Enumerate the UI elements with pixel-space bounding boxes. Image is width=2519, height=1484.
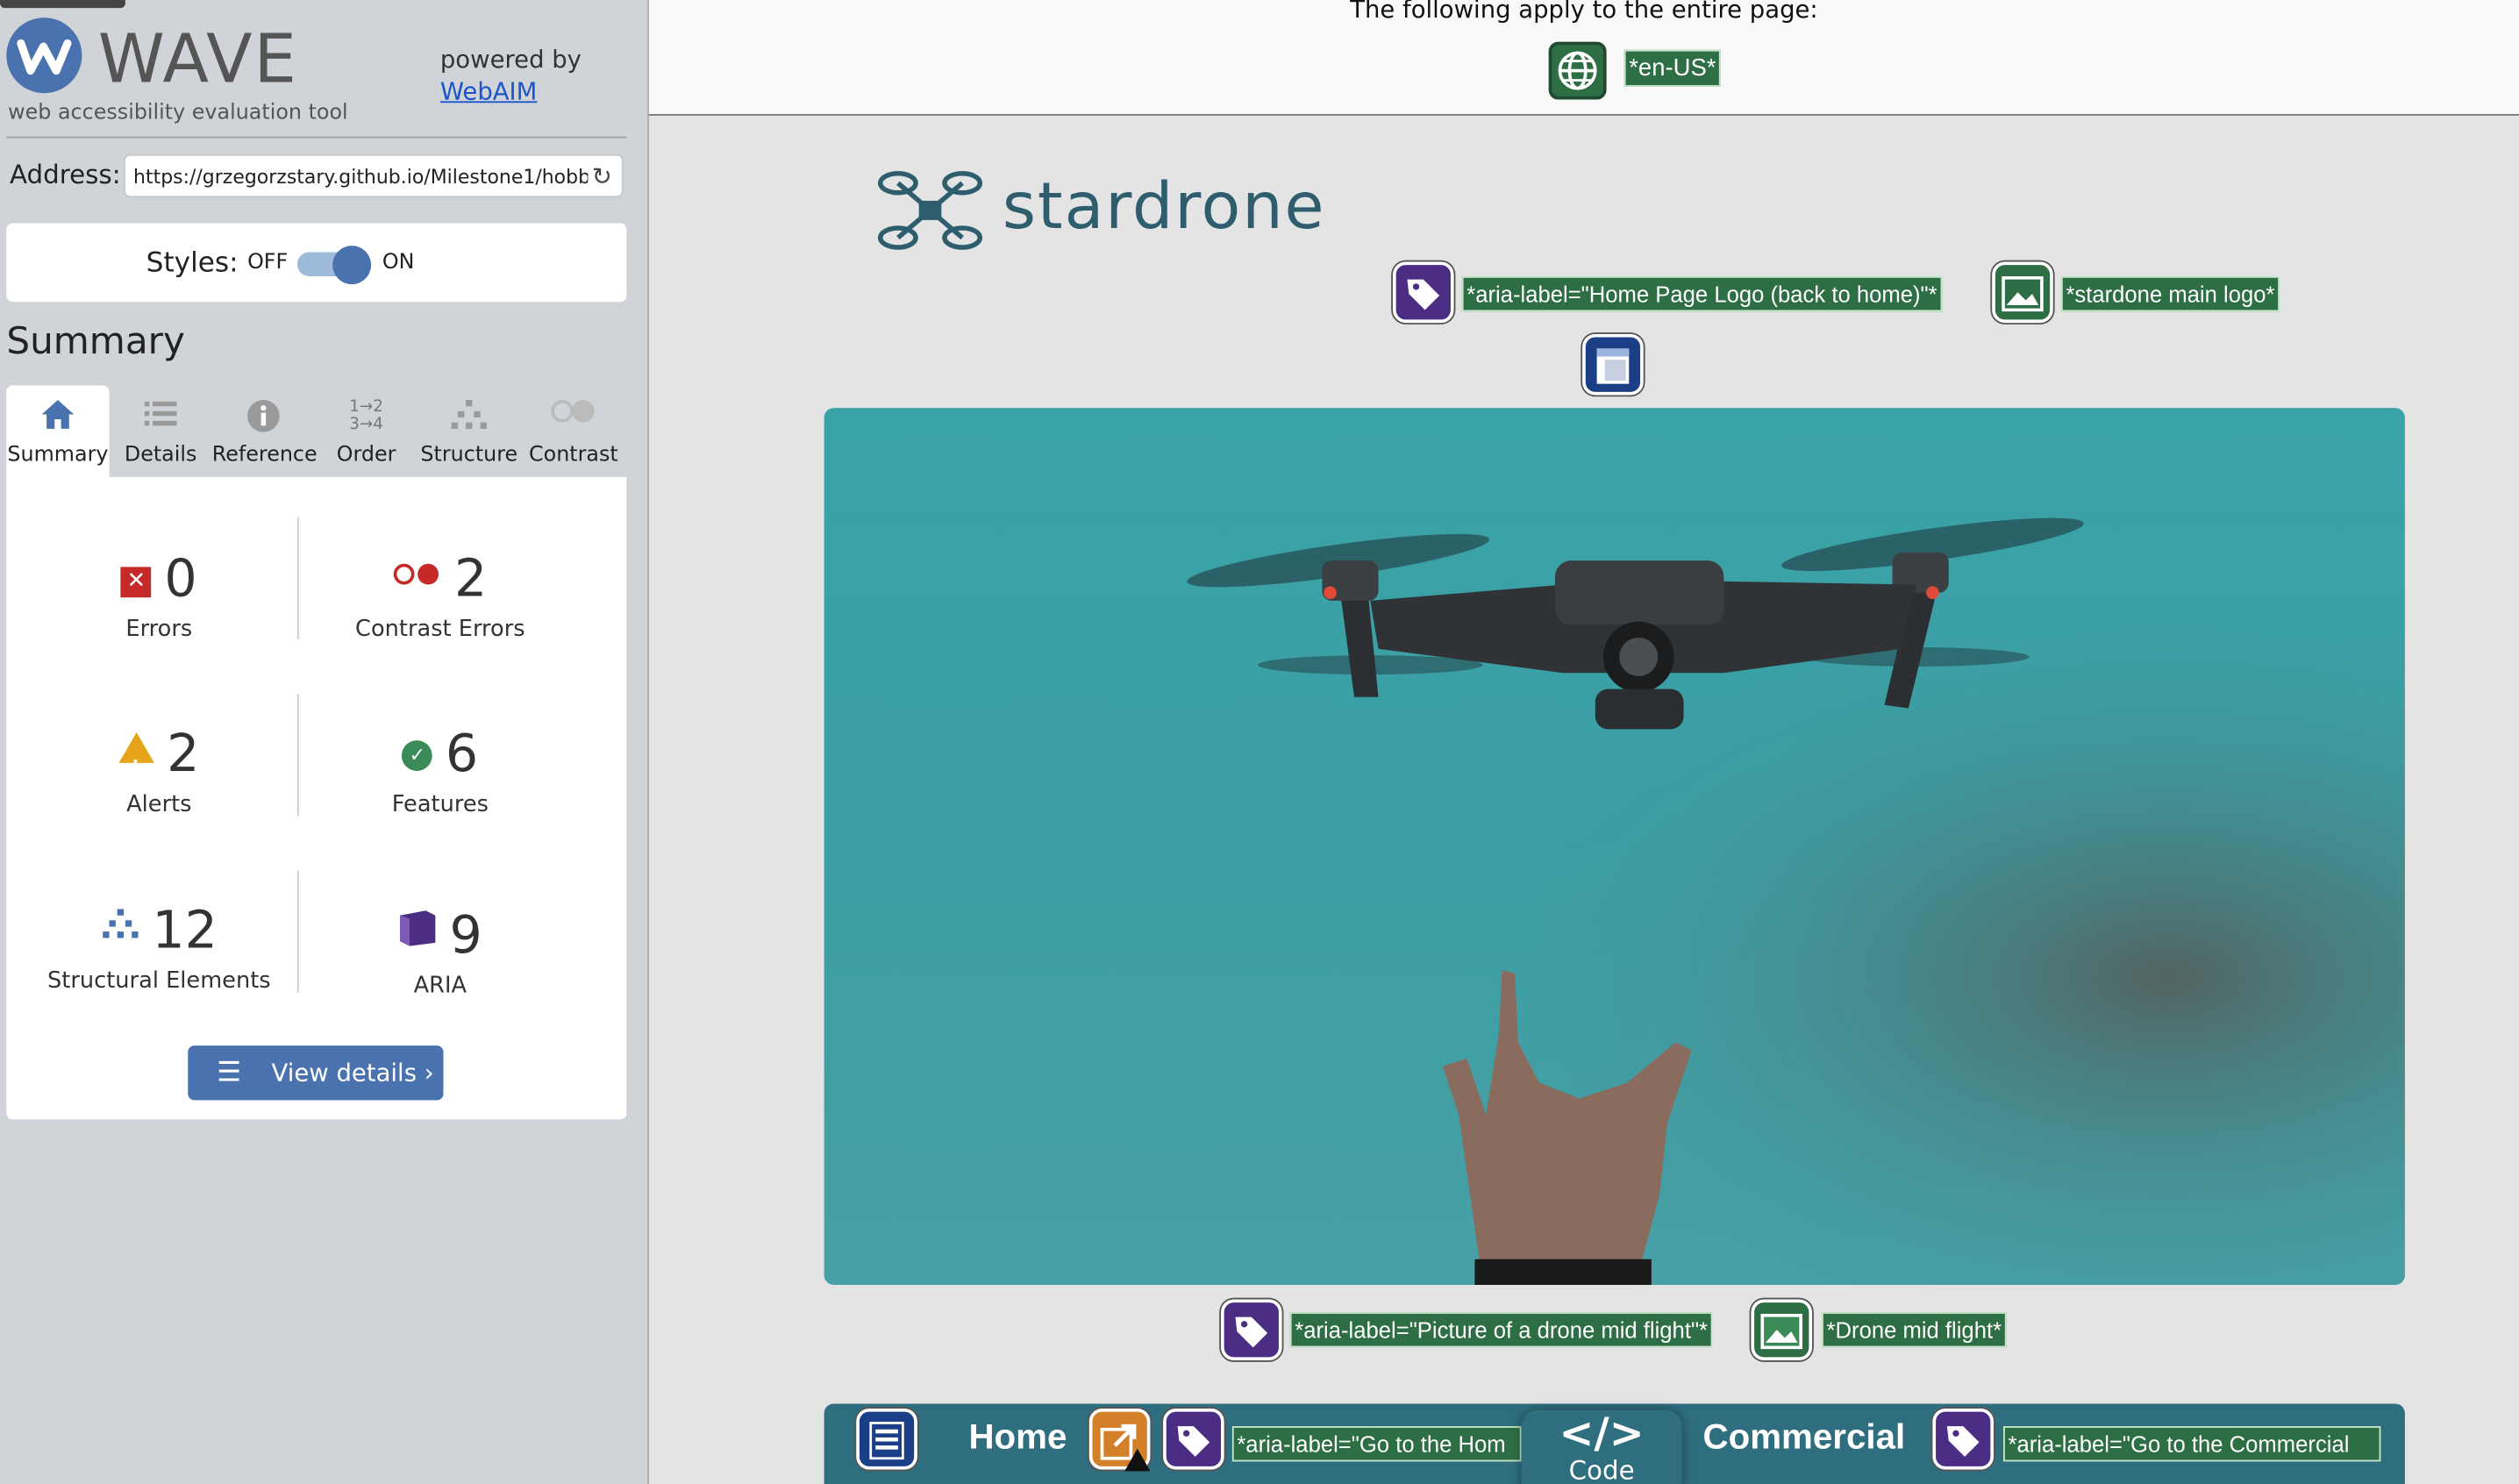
structure-icon	[417, 398, 520, 437]
code-icon: </>	[1559, 1409, 1645, 1459]
powered-by-text: powered by	[439, 45, 582, 75]
list-icon	[110, 398, 212, 437]
webaim-link[interactable]: WebAIM	[440, 77, 538, 106]
sidebar-top-handle[interactable]	[0, 0, 125, 9]
list-icon: ☰	[217, 1056, 242, 1089]
features-count: 6	[445, 723, 479, 784]
view-details-label: View details ›	[271, 1058, 434, 1088]
aria-label-icon[interactable]	[1163, 1408, 1224, 1470]
aria-label: ARIA	[413, 973, 467, 1000]
hero-alt-tag: *Drone mid flight*	[1822, 1312, 2007, 1348]
address-label: Address:	[9, 159, 121, 190]
stat-divider	[296, 870, 299, 993]
linked-image-icon[interactable]	[1992, 261, 2053, 324]
features-label: Features	[391, 791, 489, 818]
stat-divider	[296, 517, 299, 639]
tab-summary[interactable]: Summary	[6, 385, 110, 477]
language-globe-icon[interactable]	[1548, 41, 1607, 100]
tab-reference[interactable]: Reference	[211, 385, 318, 476]
structural-count: 12	[152, 899, 218, 961]
contrast-errors-count: 2	[453, 547, 488, 610]
view-details-button[interactable]: ☰ View details ›	[188, 1045, 444, 1101]
reload-icon[interactable]: ↻	[589, 161, 612, 191]
aria-icon	[398, 901, 437, 946]
summary-heading: Summary	[6, 321, 185, 363]
alert-icon: !	[118, 732, 154, 777]
structural-label: Structural Elements	[47, 968, 271, 995]
code-tab-label: Code	[1568, 1455, 1635, 1484]
stat-alerts[interactable]: ! 2 Alerts	[23, 724, 296, 817]
aria-label-icon[interactable]	[1221, 1299, 1282, 1361]
address-value: https://grzegorzstary.github.io/Mileston…	[133, 165, 603, 189]
navigation-structure-icon[interactable]	[856, 1408, 917, 1470]
tab-label: Details	[124, 443, 197, 467]
info-icon	[212, 398, 315, 437]
toggle-off-label: OFF	[247, 250, 289, 275]
tab-order[interactable]: 1→2 3→4 Order	[315, 385, 417, 476]
nav-home-link[interactable]: Home	[968, 1416, 1067, 1459]
stat-divider	[296, 694, 299, 817]
hero-drone-image	[824, 408, 2405, 1285]
wave-sidebar: WAVE web accessibility evaluation tool p…	[0, 0, 649, 1484]
contrast-errors-label: Contrast Errors	[355, 617, 525, 643]
page-annotations-bar: The following apply to the entire page: …	[648, 0, 2519, 116]
aria-count: 9	[449, 903, 482, 966]
errors-count: 0	[164, 547, 197, 610]
wave-logo-text: WAVE	[97, 18, 298, 98]
language-tag: *en-US*	[1623, 49, 1722, 87]
drone-logo-icon	[877, 171, 983, 250]
alerts-count: 2	[167, 723, 200, 784]
powered-by: powered by WebAIM	[440, 43, 582, 107]
tab-contrast[interactable]: Contrast	[520, 385, 626, 476]
nav-home-aria-tag: *aria-label="Go to the Hom	[1231, 1426, 1522, 1462]
nav-commercial-link[interactable]: Commercial	[1702, 1416, 1905, 1459]
stat-structural[interactable]: 12 Structural Elements	[23, 901, 296, 994]
alerts-label: Alerts	[126, 791, 192, 818]
home-icon	[6, 398, 109, 437]
styles-toggle-knob[interactable]	[332, 246, 372, 285]
hero-aria-label-tag: *aria-label="Picture of a drone mid flig…	[1289, 1312, 1713, 1348]
aria-label-icon[interactable]	[1932, 1408, 1995, 1470]
applies-text: The following apply to the entire page:	[1350, 0, 1818, 25]
alt-text-image-icon[interactable]	[1751, 1299, 1813, 1361]
tab-label: Structure	[420, 443, 518, 467]
feature-check-icon: ✓	[402, 740, 433, 771]
toggle-on-label: ON	[382, 250, 415, 275]
stat-errors[interactable]: ✕ 0 Errors	[23, 549, 296, 642]
code-toggle-tab[interactable]: </> Code	[1521, 1409, 1682, 1484]
styles-label: Styles:	[146, 247, 239, 280]
stat-aria[interactable]: 9 ARIA	[303, 901, 576, 999]
sidebar-divider	[6, 136, 627, 139]
structure-section-icon[interactable]	[1582, 333, 1644, 396]
tab-label: Contrast	[528, 443, 618, 467]
redundant-link-alert-icon[interactable]	[1088, 1408, 1151, 1472]
wave-tagline: web accessibility evaluation tool	[8, 101, 348, 125]
brand-name: stardrone	[1002, 170, 1326, 245]
order-icon: 1→2 3→4	[349, 398, 383, 434]
tab-label: Reference	[211, 443, 318, 467]
errors-label: Errors	[125, 617, 193, 643]
aria-label-icon[interactable]	[1392, 261, 1454, 324]
contrast-error-icon	[393, 562, 441, 586]
drone-photo-icon	[824, 408, 2405, 1285]
structure-icon	[101, 908, 139, 940]
site-logo[interactable]: stardrone	[877, 167, 1391, 253]
tab-details[interactable]: Details	[110, 385, 212, 476]
logo-alt-tag: *stardone main logo*	[2060, 275, 2280, 312]
error-icon: ✕	[120, 567, 152, 598]
summary-panel: Summary Details Reference 1→2 3→4 Order S…	[6, 385, 627, 1120]
contrast-icon	[520, 398, 626, 437]
logo-aria-label-tag: *aria-label="Home Page Logo (back to hom…	[1461, 275, 1943, 312]
address-input[interactable]: https://grzegorzstary.github.io/Mileston…	[124, 153, 624, 198]
wave-logo-icon	[6, 18, 82, 94]
tab-structure[interactable]: Structure	[417, 385, 520, 476]
nav-commercial-aria-tag: *aria-label="Go to the Commercial	[2003, 1426, 2381, 1462]
alert-triangle-icon	[1124, 1448, 1151, 1472]
styles-toggle-panel: Styles: OFF ON	[6, 223, 627, 303]
stat-features[interactable]: ✓ 6 Features	[303, 724, 576, 817]
tab-label: Summary	[7, 443, 109, 467]
tab-label: Order	[336, 443, 396, 467]
stat-contrast-errors[interactable]: 2 Contrast Errors	[303, 549, 576, 642]
